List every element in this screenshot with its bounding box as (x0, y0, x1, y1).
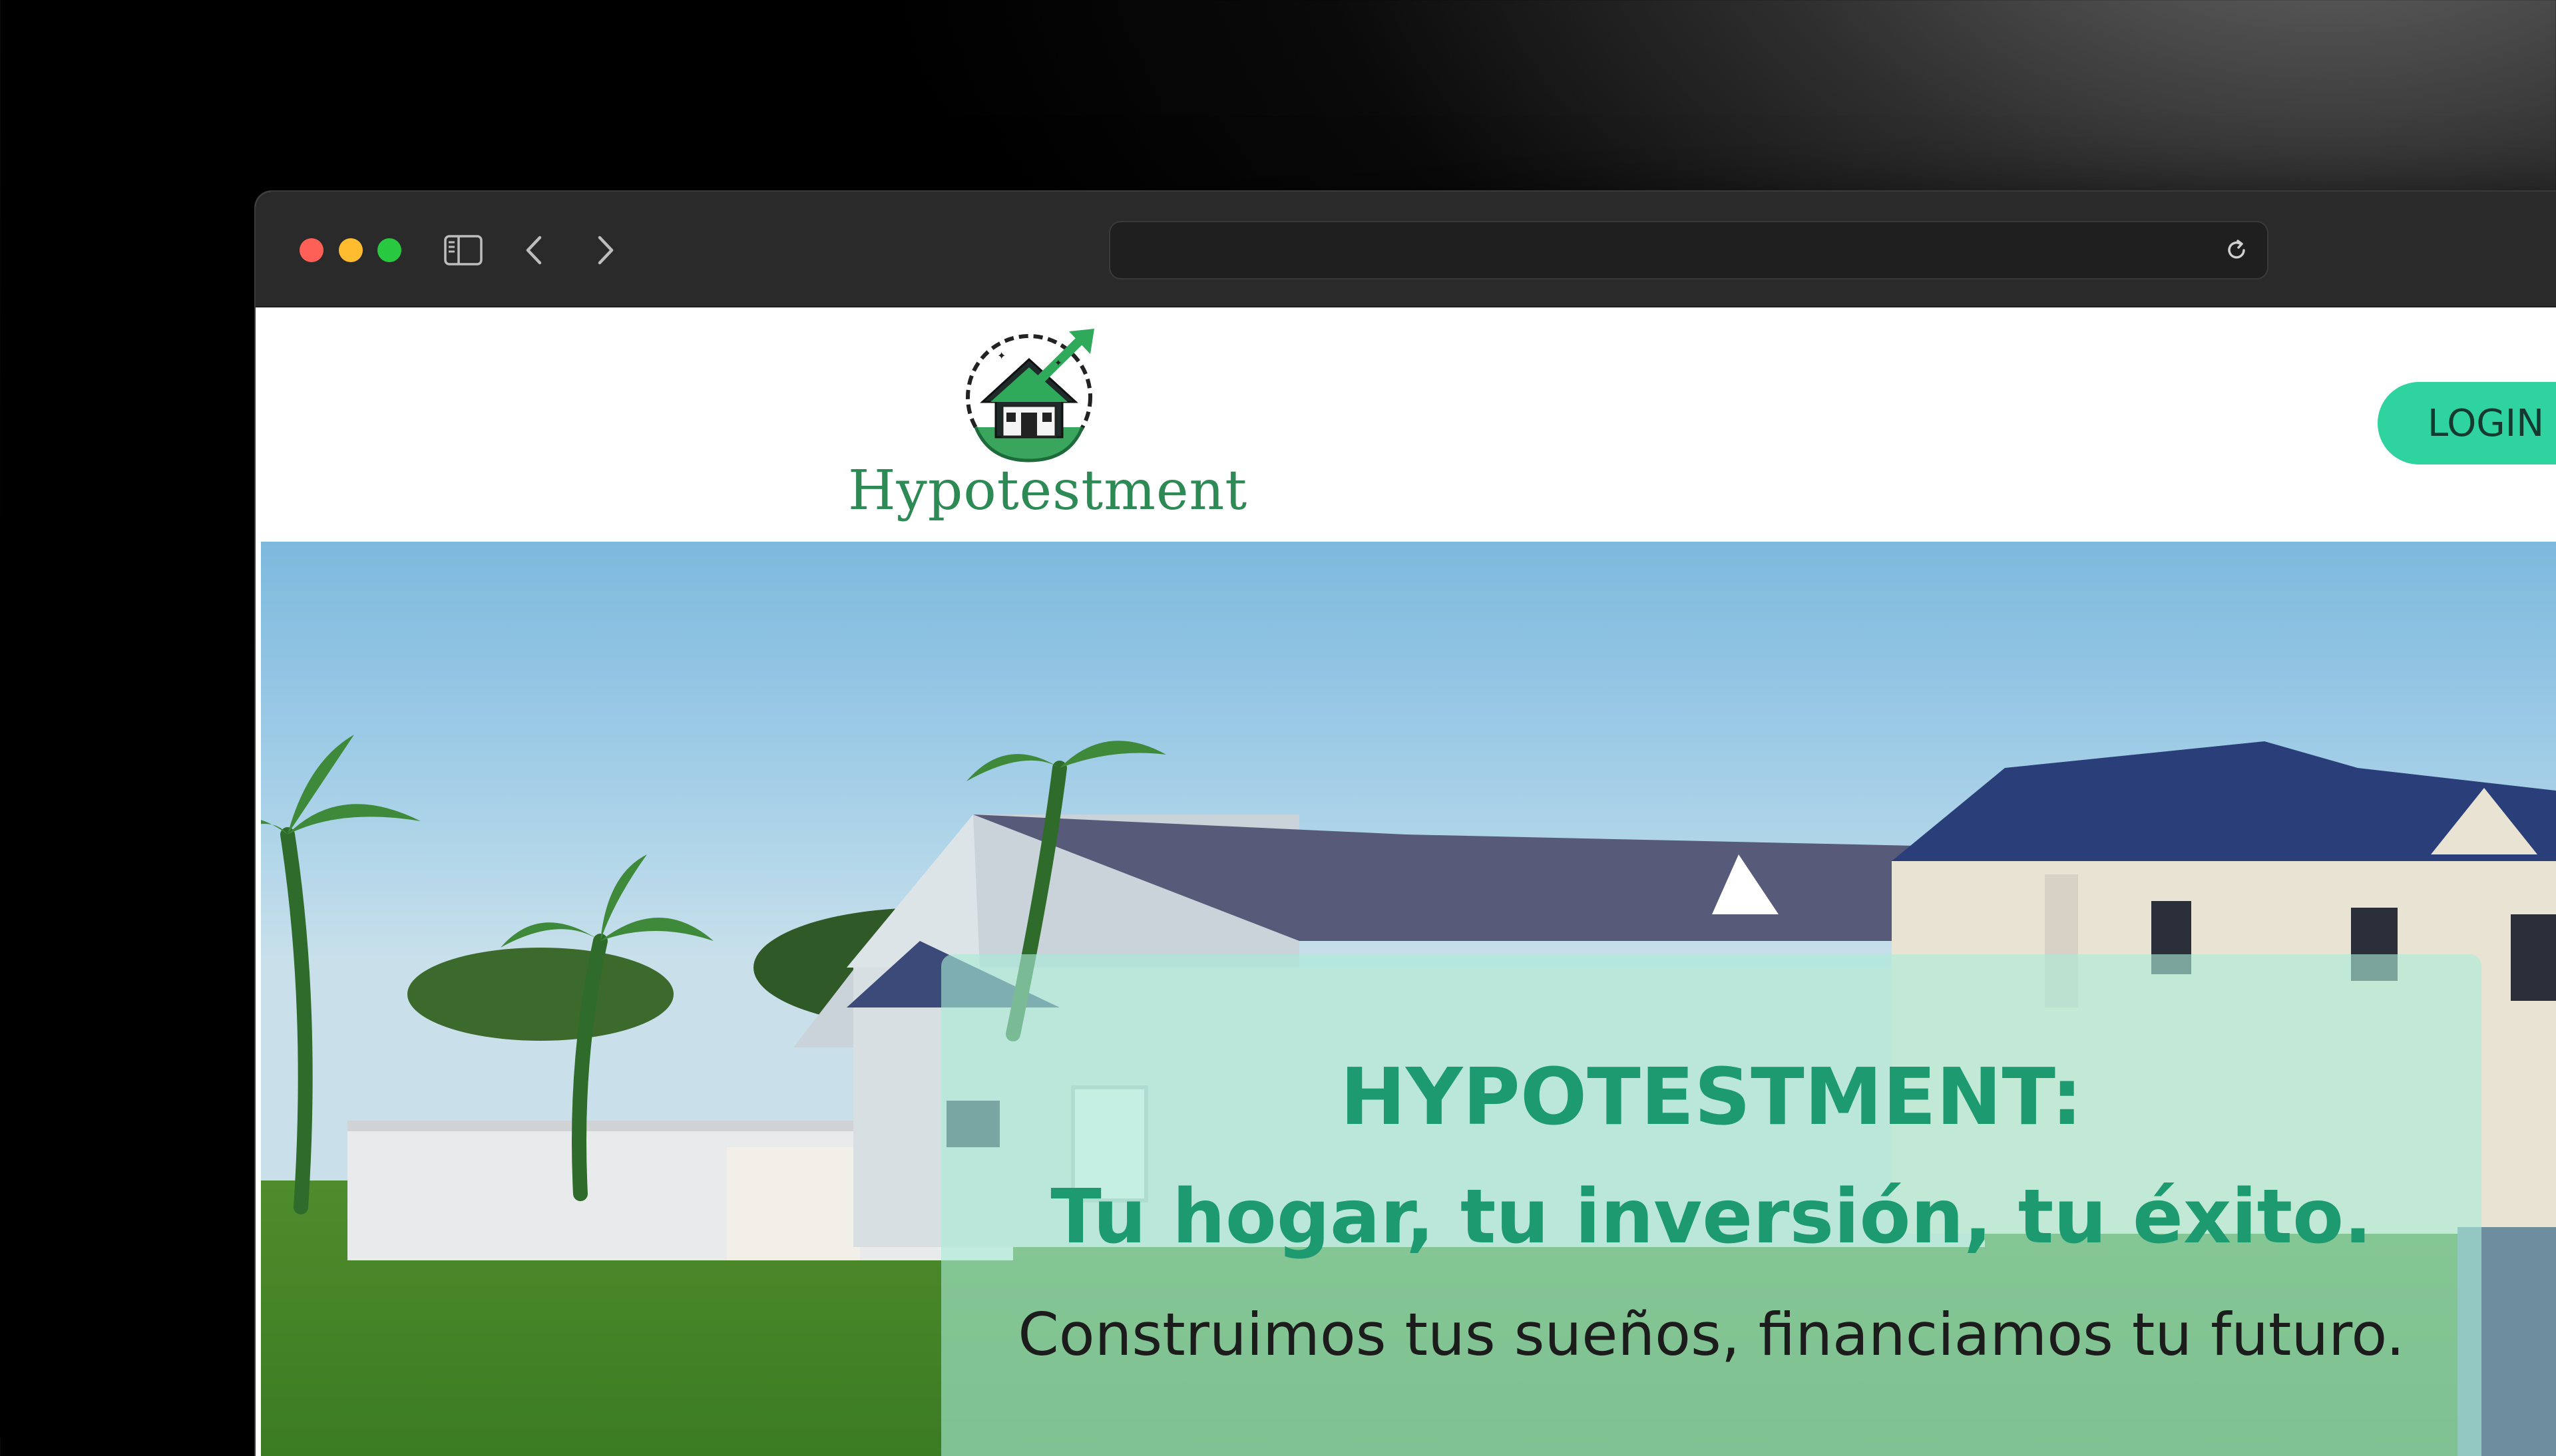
hero-title: HYPOTESTMENT: (1340, 1051, 2083, 1143)
address-bar[interactable] (1109, 221, 2268, 279)
close-window-button[interactable] (300, 238, 323, 262)
zoom-window-button[interactable] (377, 238, 401, 262)
chevron-right-icon[interactable] (580, 225, 631, 275)
site-logo[interactable]: ✦ ✦ Hypotestment (848, 327, 1248, 522)
sidebar-toggle-icon[interactable] (438, 225, 489, 275)
reload-icon[interactable] (2218, 232, 2255, 269)
svg-text:✦: ✦ (997, 349, 1006, 362)
house-growth-logo-icon: ✦ ✦ (966, 329, 1094, 462)
chevron-left-icon[interactable] (509, 225, 559, 275)
login-button[interactable]: LOGIN (2378, 382, 2556, 464)
minimize-window-button[interactable] (339, 238, 363, 262)
svg-text:✦: ✦ (1054, 358, 1062, 369)
hero-tagline: Tu hogar, tu inversión, tu éxito. (1050, 1174, 2372, 1260)
hero-text-panel: HYPOTESTMENT: Tu hogar, tu inversión, tu… (941, 954, 2481, 1456)
browser-window: ✦ ✦ Hypotestment LOGIN HYPOTESTMENT: Tu … (256, 192, 2556, 1456)
hero-subtitle: Construimos tus sueños, financiamos tu f… (1018, 1300, 2405, 1369)
browser-toolbar (256, 192, 2556, 307)
logo-wordmark: Hypotestment (848, 459, 1248, 522)
web-page: ✦ ✦ Hypotestment LOGIN HYPOTESTMENT: Tu … (256, 307, 2556, 1456)
hero-banner: HYPOTESTMENT: Tu hogar, tu inversión, tu… (261, 542, 2556, 1456)
site-header: ✦ ✦ Hypotestment LOGIN (256, 307, 2556, 542)
